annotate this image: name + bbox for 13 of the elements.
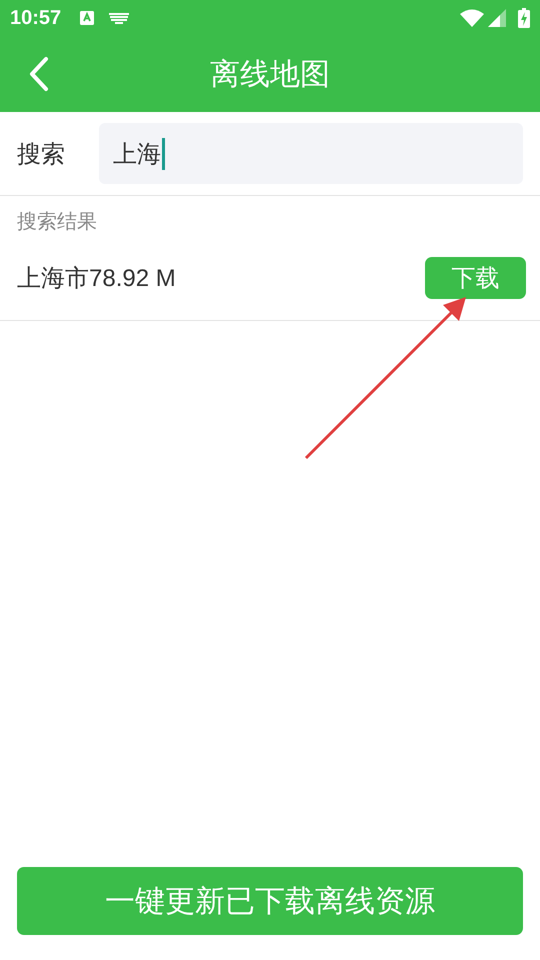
clock-time: 10:57 — [10, 6, 62, 30]
screen-title: 离线地图 — [210, 56, 330, 92]
search-field[interactable]: 上海 — [99, 123, 523, 184]
signal-icon — [488, 9, 506, 27]
section-heading: 搜索结果 — [16, 210, 98, 235]
keyboard-icon — [109, 12, 130, 24]
search-label: 搜索 — [17, 140, 66, 170]
wifi-icon — [460, 9, 484, 27]
result-name: 上海市78.92 M — [17, 264, 177, 294]
update-all-button[interactable]: 一键更新已下载离线资源 — [17, 867, 523, 935]
text-input-icon — [79, 10, 96, 26]
battery-charging-icon — [518, 8, 530, 28]
download-button[interactable]: 下载 — [425, 257, 526, 299]
